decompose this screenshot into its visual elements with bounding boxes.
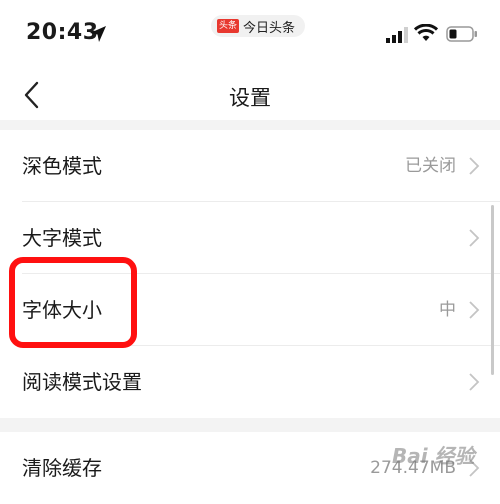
- wifi-icon: [414, 24, 438, 41]
- chevron-right-icon: [469, 157, 480, 175]
- location-arrow-icon: [90, 26, 106, 42]
- app-logo: 头条: [217, 19, 240, 33]
- section-gap: [0, 120, 500, 130]
- setting-value: 中: [439, 300, 456, 320]
- app-badge: 头条 今日头条: [211, 15, 306, 37]
- setting-reading-mode[interactable]: 阅读模式设置: [0, 346, 500, 418]
- battery-icon: [446, 26, 477, 42]
- highlight-annotation: [9, 257, 137, 348]
- chevron-right-icon: [469, 229, 480, 247]
- setting-label: 深色模式: [22, 154, 102, 178]
- signal-icon: [386, 27, 408, 43]
- chevron-right-icon: [469, 301, 480, 319]
- app-name: 今日头条: [243, 20, 296, 36]
- nav-bar: 设置: [0, 70, 500, 120]
- watermark: Bai 经验: [392, 444, 475, 468]
- section-gap: [0, 418, 500, 432]
- scrollbar[interactable]: [491, 205, 494, 375]
- setting-dark-mode[interactable]: 深色模式 已关闭: [0, 130, 500, 202]
- setting-label: 阅读模式设置: [22, 370, 142, 394]
- chevron-right-icon: [469, 373, 480, 391]
- page-title: 设置: [229, 86, 271, 110]
- setting-label: 清除缓存: [22, 456, 102, 480]
- status-bar: 20:43 头条 今日头条: [0, 0, 500, 70]
- setting-value: 已关闭: [405, 156, 456, 176]
